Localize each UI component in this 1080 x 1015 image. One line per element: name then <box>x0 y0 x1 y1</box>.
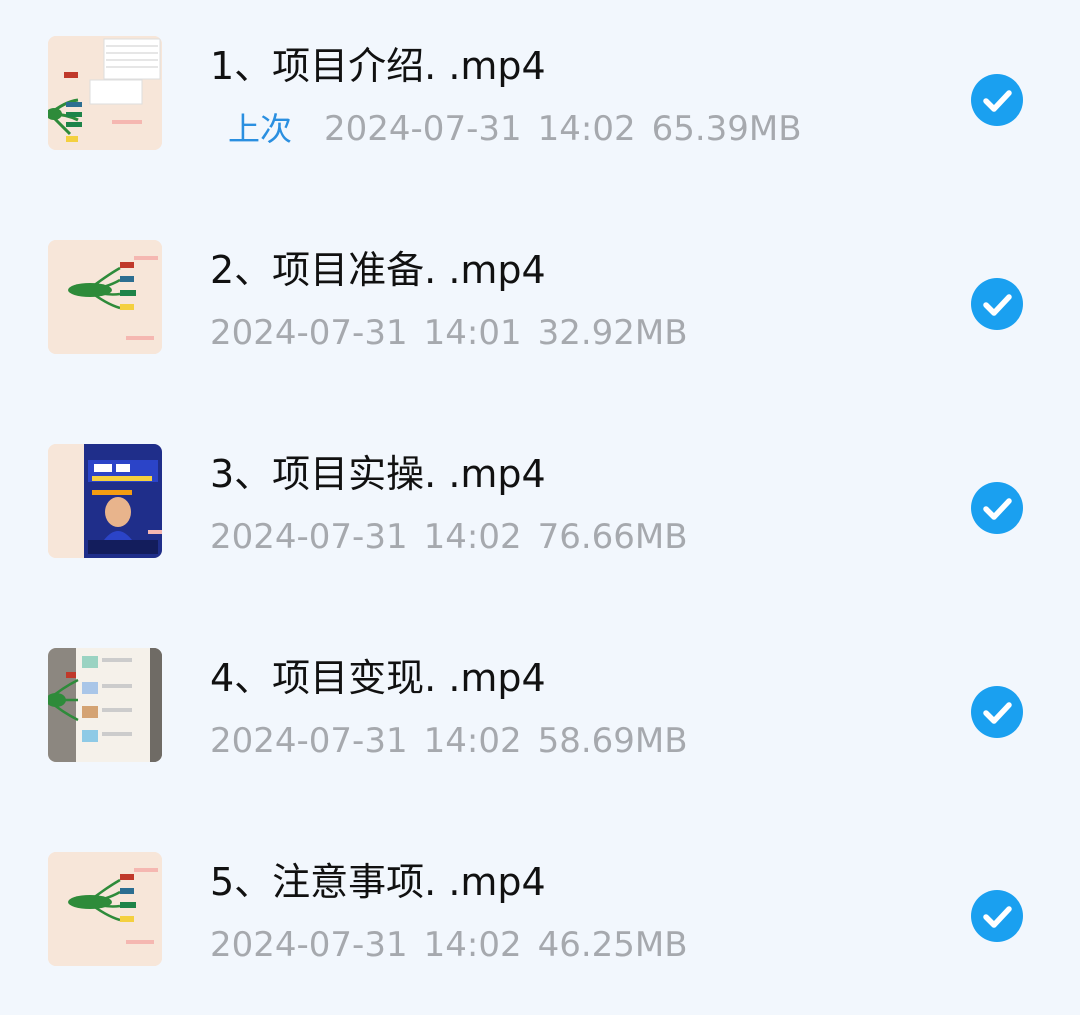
file-name: 3、项目实操. .mp4 <box>210 452 546 496</box>
file-row[interactable]: 4、项目变现. .mp4 2024-07-31 14:02 58.69MB <box>0 612 1080 816</box>
file-name: 2、项目准备. .mp4 <box>210 248 546 292</box>
selected-check-icon[interactable] <box>971 278 1023 330</box>
file-time: 14:02 <box>423 517 522 557</box>
file-name: 4、项目变现. .mp4 <box>210 656 546 700</box>
selected-check-icon[interactable] <box>971 686 1023 738</box>
file-date: 2024-07-31 <box>210 721 408 761</box>
file-date: 2024-07-31 <box>210 517 408 557</box>
file-size: 58.69MB <box>537 721 688 761</box>
video-thumbnail <box>48 852 162 966</box>
video-thumbnail <box>48 444 162 558</box>
file-size: 32.92MB <box>537 313 688 353</box>
file-list: 1、项目介绍. .mp4 上次 2024-07-31 14:02 65.39MB 2、… <box>0 0 1080 1015</box>
file-meta: 2024-07-31 14:02 46.25MB <box>210 920 704 970</box>
file-row[interactable]: 2、项目准备. .mp4 2024-07-31 14:01 32.92MB <box>0 204 1080 408</box>
file-size: 76.66MB <box>537 517 688 557</box>
file-size: 65.39MB <box>651 109 802 149</box>
file-size: 46.25MB <box>537 925 688 965</box>
file-meta: 2024-07-31 14:02 58.69MB <box>210 716 704 766</box>
file-row[interactable]: 1、项目介绍. .mp4 上次 2024-07-31 14:02 65.39MB <box>0 0 1080 204</box>
selected-check-icon[interactable] <box>971 74 1023 126</box>
video-thumbnail <box>48 36 162 150</box>
video-thumbnail <box>48 240 162 354</box>
file-date: 2024-07-31 <box>324 109 522 149</box>
file-date: 2024-07-31 <box>210 313 408 353</box>
selected-check-icon[interactable] <box>971 482 1023 534</box>
last-played-badge: 上次 <box>228 110 293 148</box>
file-name: 5、注意事项. .mp4 <box>210 860 546 904</box>
file-time: 14:02 <box>537 109 636 149</box>
file-row[interactable]: 5、注意事项. .mp4 2024-07-31 14:02 46.25MB <box>0 816 1080 1015</box>
file-meta: 2024-07-31 14:01 32.92MB <box>210 308 704 358</box>
file-meta: 2024-07-31 14:02 76.66MB <box>210 512 704 562</box>
file-time: 14:02 <box>423 721 522 761</box>
video-thumbnail <box>48 648 162 762</box>
file-time: 14:02 <box>423 925 522 965</box>
file-row[interactable]: 3、项目实操. .mp4 2024-07-31 14:02 76.66MB <box>0 408 1080 612</box>
selected-check-icon[interactable] <box>971 890 1023 942</box>
file-date: 2024-07-31 <box>210 925 408 965</box>
file-name: 1、项目介绍. .mp4 <box>210 44 546 88</box>
file-meta: 上次 2024-07-31 14:02 65.39MB <box>210 104 818 154</box>
file-time: 14:01 <box>423 313 522 353</box>
